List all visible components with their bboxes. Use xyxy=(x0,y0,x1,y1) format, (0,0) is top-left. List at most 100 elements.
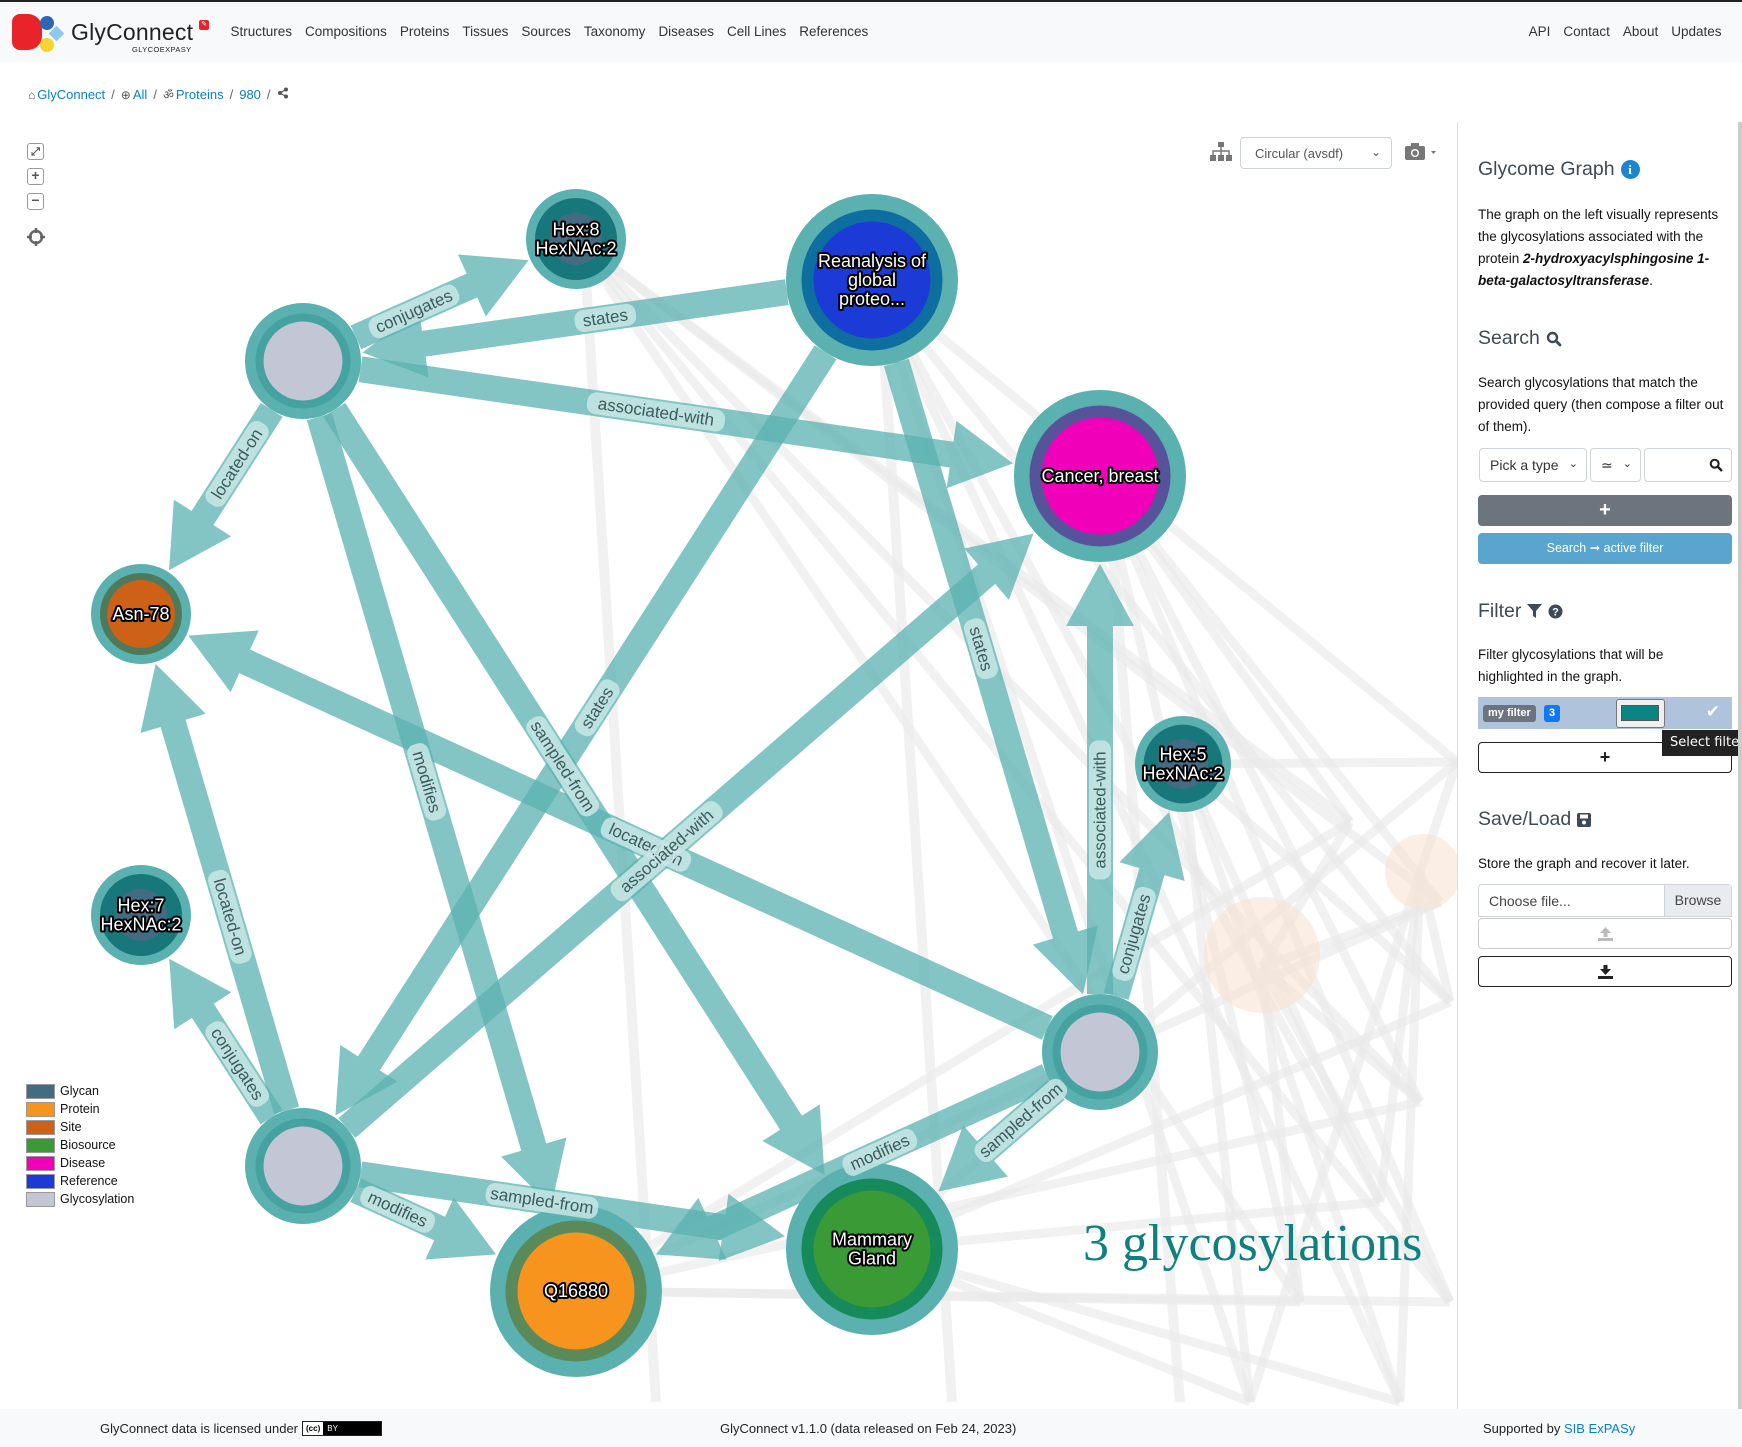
info-icon[interactable]: i xyxy=(1620,160,1640,179)
panel-scrollbar[interactable] xyxy=(1738,122,1742,1412)
nav-api[interactable]: API xyxy=(1522,24,1557,39)
nav-structures[interactable]: Structures xyxy=(224,24,299,39)
add-search-criterion-button[interactable]: + xyxy=(1478,495,1732,526)
nav-proteins[interactable]: Proteins xyxy=(393,24,456,39)
glycome-graph-canvas[interactable]: conjugates states associated-with located-o… xyxy=(0,122,1457,1412)
nav-sources[interactable]: Sources xyxy=(515,24,578,39)
nav-references[interactable]: References xyxy=(793,24,875,39)
breadcrumb-proteins[interactable]: ॐ Proteins xyxy=(163,86,224,103)
type-select[interactable]: Pick a type ⌄ xyxy=(1479,448,1587,482)
node-label: Asn-78 xyxy=(112,604,169,624)
node-label: HexNAc:2 xyxy=(1142,764,1223,784)
filter-name-badge: my filter xyxy=(1483,705,1536,722)
nav-updates[interactable]: Updates xyxy=(1665,24,1728,39)
edge-label-located-on: located-on xyxy=(205,420,269,507)
operator-select[interactable]: ≃ ⌄ xyxy=(1590,448,1641,482)
node-label: Reanalysis of xyxy=(818,251,927,271)
brand-logo[interactable]: GlyConnect GLYCOEXPASY ✎ xyxy=(12,12,212,56)
legend-label: Biosource xyxy=(60,1138,116,1152)
search-description: Search glycosylations that match the pro… xyxy=(1478,375,1724,434)
filter-description: Filter glycosylations that will be highl… xyxy=(1478,647,1664,684)
graph-legend: Glycan Protein Site Biosource Disease Referen… xyxy=(26,1082,134,1208)
filter-color-picker[interactable] xyxy=(1616,699,1665,728)
node-label: Hex:8 xyxy=(552,220,599,240)
nav-taxonomy[interactable]: Taxonomy xyxy=(577,24,652,39)
nav-contact[interactable]: Contact xyxy=(1557,24,1617,39)
logo-yellow-dot xyxy=(40,38,54,52)
breadcrumb-separator: / xyxy=(266,87,271,102)
brand-name: GlyConnect xyxy=(71,19,194,45)
cc-by-badge[interactable]: (cc) BY xyxy=(302,1421,383,1436)
saveload-title: Save/Load xyxy=(1478,808,1572,830)
legend-label: Site xyxy=(60,1120,82,1134)
check-icon[interactable]: ✔ xyxy=(1706,702,1720,722)
filter-color-swatch xyxy=(1621,705,1659,721)
select-filter-tooltip: Select filter xyxy=(1662,730,1742,756)
download-graph-button[interactable] xyxy=(1478,956,1732,987)
nav-diseases[interactable]: Diseases xyxy=(652,24,721,39)
main-nav: Structures Compositions Proteins Tissues… xyxy=(224,24,875,39)
breadcrumb-glyconnect[interactable]: ⌂ GlyConnect xyxy=(28,87,105,102)
secondary-nav: API Contact About Updates xyxy=(1522,24,1728,39)
layout-select[interactable]: Circular (avsdf) ⌄ xyxy=(1240,137,1392,169)
cc-badge-left: (cc) xyxy=(303,1422,325,1435)
nav-about[interactable]: About xyxy=(1616,24,1664,39)
search-title: Search xyxy=(1478,327,1540,349)
node-label: Gland xyxy=(848,1249,896,1269)
share-icon xyxy=(277,87,289,102)
navbar: GlyConnect GLYCOEXPASY ✎ Structures Comp… xyxy=(0,2,1742,62)
node-label: proteo... xyxy=(839,289,905,309)
legend-label: Reference xyxy=(60,1174,118,1188)
upload-graph-button[interactable] xyxy=(1478,918,1732,949)
legend-item-disease: Disease xyxy=(26,1154,134,1172)
browse-button[interactable]: Browse xyxy=(1664,885,1731,916)
zoom-out-button[interactable]: − xyxy=(27,193,44,210)
node-label: Hex:7 xyxy=(117,896,164,916)
legend-swatch xyxy=(26,1119,55,1135)
save-icon xyxy=(1577,812,1592,827)
node-label: HexNAc:2 xyxy=(100,915,181,935)
help-icon[interactable]: ? xyxy=(1548,604,1563,619)
filter-title: Filter xyxy=(1478,600,1522,622)
file-input[interactable]: Choose file... Browse xyxy=(1478,884,1732,917)
background-edge xyxy=(573,235,1353,826)
legend-swatch xyxy=(26,1137,55,1153)
legend-item-protein: Protein xyxy=(26,1100,134,1118)
search-to-active-filter-button[interactable]: Search ➞ active filter xyxy=(1478,533,1732,564)
svg-text:?: ? xyxy=(1552,607,1559,619)
node-fill xyxy=(1060,1012,1140,1092)
node-gA[interactable] xyxy=(245,303,361,419)
om-icon: ॐ xyxy=(162,88,174,102)
breadcrumb-all[interactable]: ⊕ All xyxy=(121,87,148,102)
node-fill xyxy=(263,1126,343,1206)
zoom-in-button[interactable]: + xyxy=(27,168,44,185)
center-graph-button[interactable] xyxy=(27,228,45,246)
plus-icon: + xyxy=(1599,747,1611,767)
nav-cell-lines[interactable]: Cell Lines xyxy=(720,24,792,39)
search-icon xyxy=(1546,331,1562,346)
footer: GlyConnect data is licensed under (cc) BY… xyxy=(0,1409,1742,1447)
legend-item-glycan: Glycan xyxy=(26,1082,134,1100)
legend-swatch xyxy=(26,1101,55,1117)
breadcrumb-label: Proteins xyxy=(175,87,224,102)
nav-tissues[interactable]: Tissues xyxy=(456,24,515,39)
filter-icon xyxy=(1527,604,1543,618)
search-icon[interactable] xyxy=(1709,458,1723,472)
query-input[interactable] xyxy=(1644,448,1732,482)
export-image-button[interactable] xyxy=(1405,143,1441,163)
legend-item-biosource: Biosource xyxy=(26,1136,134,1154)
logo-red-shape xyxy=(12,14,42,50)
brand-subtitle: GLYCOEXPASY xyxy=(132,45,192,54)
file-input-placeholder: Choose file... xyxy=(1489,893,1571,909)
filter-item[interactable]: my filter 3 ✔ xyxy=(1478,697,1732,729)
plus-icon: + xyxy=(1599,499,1611,521)
node-gC[interactable] xyxy=(245,1108,361,1224)
legend-label: Glycan xyxy=(60,1084,99,1098)
breadcrumb-980[interactable]: 980 xyxy=(239,87,261,102)
legend-item-site: Site xyxy=(26,1118,134,1136)
fit-graph-button[interactable]: ⤢ xyxy=(27,143,44,160)
nav-compositions[interactable]: Compositions xyxy=(299,24,394,39)
node-label: Mammary xyxy=(832,1230,912,1250)
sib-expasy-link[interactable]: SIB ExPASy xyxy=(1564,1421,1635,1436)
node-fill xyxy=(263,321,343,401)
